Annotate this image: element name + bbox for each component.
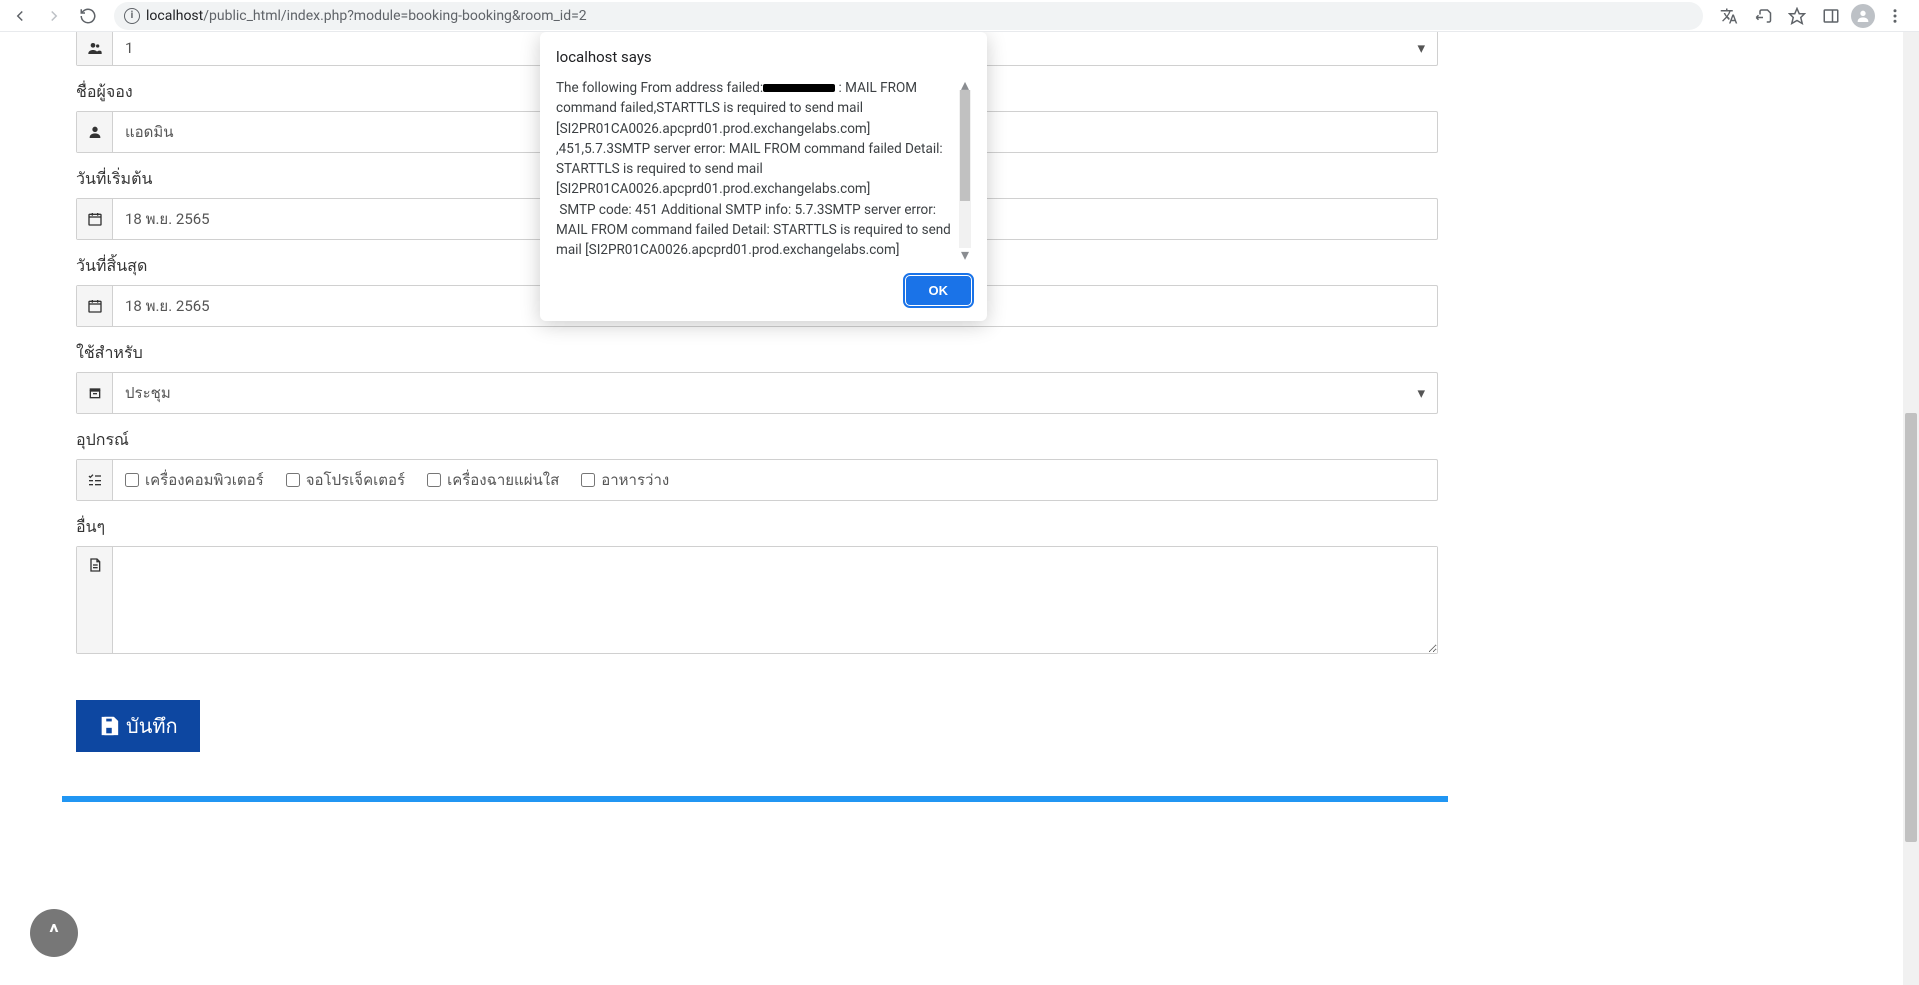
alert-text: The following From address failed: : MAI… xyxy=(556,78,953,260)
profile-avatar[interactable] xyxy=(1851,4,1875,28)
booker-value: แอดมิน xyxy=(125,120,174,144)
translate-icon[interactable] xyxy=(1715,2,1743,30)
forward-button[interactable] xyxy=(40,2,68,30)
equipment-option-2[interactable]: เครื่องฉายแผ่นใส xyxy=(427,468,559,492)
checkbox-0[interactable] xyxy=(125,473,139,487)
alert-scroll-track[interactable] xyxy=(959,90,971,248)
equipment-option-3[interactable]: อาหารว่าง xyxy=(581,468,669,492)
alert-scroll-thumb[interactable] xyxy=(960,90,970,201)
footer-divider xyxy=(62,796,1448,802)
equipment-option-0[interactable]: เครื่องคอมพิวเตอร์ xyxy=(125,468,264,492)
users-icon xyxy=(77,32,113,65)
equipment-label: อุปกรณ์ xyxy=(76,428,1438,453)
side-panel-icon[interactable] xyxy=(1817,2,1845,30)
back-button[interactable] xyxy=(6,2,34,30)
document-icon xyxy=(77,547,113,653)
star-icon[interactable] xyxy=(1783,2,1811,30)
scroll-up-arrow[interactable]: ▴ xyxy=(959,78,971,90)
purpose-select[interactable]: ประชุม ▾ xyxy=(76,372,1438,414)
other-textarea[interactable] xyxy=(113,547,1437,653)
browser-toolbar: i localhost/public_html/index.php?module… xyxy=(0,0,1919,32)
checkbox-2[interactable] xyxy=(427,473,441,487)
address-bar[interactable]: i localhost/public_html/index.php?module… xyxy=(114,2,1703,30)
scroll-down-arrow[interactable]: ▾ xyxy=(959,248,971,260)
menu-icon[interactable] xyxy=(1881,2,1909,30)
alert-body: The following From address failed: : MAI… xyxy=(556,78,971,260)
url-host: localhost xyxy=(146,8,203,24)
js-alert-dialog: localhost says The following From addres… xyxy=(540,32,987,321)
save-icon xyxy=(98,715,120,737)
other-label: อื่นๆ xyxy=(76,515,1438,540)
alert-title: localhost says xyxy=(556,48,971,66)
redacted-email xyxy=(763,84,835,92)
page-scrollbar[interactable] xyxy=(1903,32,1919,985)
calendar-icon xyxy=(77,286,113,326)
purpose-label: ใช้สำหรับ xyxy=(76,341,1438,366)
other-field-group xyxy=(76,546,1438,654)
guests-value: 1 xyxy=(125,39,133,57)
url-path: /public_html/index.php?module=booking-bo… xyxy=(203,8,586,24)
site-info-icon[interactable]: i xyxy=(124,8,140,24)
calendar-icon xyxy=(77,199,113,239)
equipment-field: เครื่องคอมพิวเตอร์ จอโปรเจ็คเตอร์ เครื่อ… xyxy=(76,459,1438,501)
archive-icon xyxy=(77,373,113,413)
equipment-option-1[interactable]: จอโปรเจ็คเตอร์ xyxy=(286,468,405,492)
checkbox-3[interactable] xyxy=(581,473,595,487)
share-icon[interactable] xyxy=(1749,2,1777,30)
checkbox-1[interactable] xyxy=(286,473,300,487)
purpose-value: ประชุม xyxy=(125,381,171,405)
alert-ok-button[interactable]: OK xyxy=(906,276,972,305)
checklist-icon xyxy=(77,460,113,500)
back-to-top-button[interactable]: ^ xyxy=(30,909,78,957)
user-icon xyxy=(77,112,113,152)
save-button[interactable]: บันทึก xyxy=(76,700,200,752)
chevron-down-icon: ▾ xyxy=(1417,384,1425,402)
alert-scrollbar[interactable]: ▴ ▾ xyxy=(959,78,971,260)
start-date-value: 18 พ.ย. 2565 xyxy=(125,207,210,231)
chevron-down-icon: ▾ xyxy=(1417,39,1425,57)
scrollbar-thumb[interactable] xyxy=(1905,413,1917,842)
end-date-value: 18 พ.ย. 2565 xyxy=(125,294,210,318)
chrome-actions xyxy=(1715,2,1913,30)
reload-button[interactable] xyxy=(74,2,102,30)
page-viewport: 1 ▾ ชื่อผู้จอง แอดมิน วันที่เริ่มต้น xyxy=(0,32,1919,985)
